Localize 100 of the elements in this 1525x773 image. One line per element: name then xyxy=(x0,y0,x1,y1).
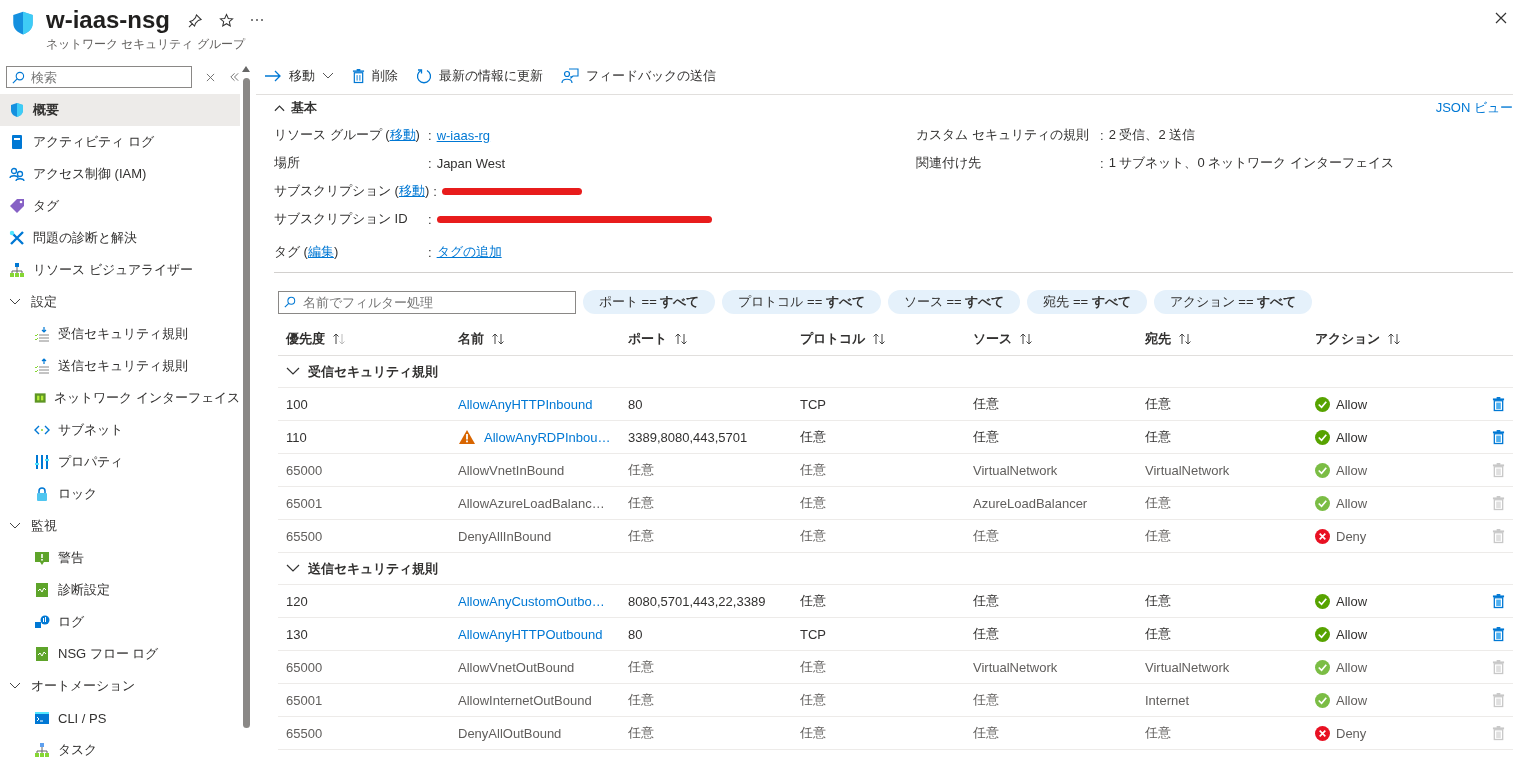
rule-link[interactable]: AllowAnyHTTPOutbound xyxy=(458,626,603,642)
table-cell: VirtualNetwork xyxy=(973,659,1058,675)
table-cell: 任意 xyxy=(800,527,826,545)
table-cell: AzureLoadBalancer xyxy=(973,495,1088,511)
delete-icon[interactable] xyxy=(1491,396,1505,412)
toolbar-button[interactable]: フィードバックの送信 xyxy=(559,62,718,90)
document-icon xyxy=(34,582,50,598)
column-header[interactable]: アクション xyxy=(1315,329,1483,348)
toolbar-button[interactable]: 最新の情報に更新 xyxy=(414,62,545,90)
table-cell: 任意 xyxy=(628,527,654,545)
filter-pill[interactable]: プロトコル == すべて xyxy=(722,290,881,314)
group-header[interactable]: 受信セキュリティ規則 xyxy=(278,356,1513,388)
more-icon[interactable] xyxy=(250,18,265,22)
delete-icon[interactable] xyxy=(1491,626,1505,642)
column-header[interactable]: プロトコル xyxy=(800,329,973,348)
field-value-link[interactable]: w-iaas-rg xyxy=(436,127,491,143)
chevron-icon xyxy=(9,298,21,306)
nav-item[interactable]: 問題の診断と解決 xyxy=(0,222,240,254)
nav-item[interactable]: タグ xyxy=(0,190,240,222)
nav-item[interactable]: プロパティ xyxy=(0,446,240,478)
delete-icon xyxy=(1491,692,1505,708)
pin-icon[interactable] xyxy=(188,12,204,28)
nav-item[interactable]: リソース ビジュアライザー xyxy=(0,254,240,286)
column-header[interactable]: ソース xyxy=(973,329,1145,348)
document-icon xyxy=(34,646,50,662)
filter-pill[interactable]: アクション == すべて xyxy=(1153,290,1313,314)
network-card-icon xyxy=(34,390,47,406)
field-link[interactable]: 編集 xyxy=(307,244,334,259)
page-subtitle: ネットワーク セキュリティ グループ xyxy=(46,36,247,53)
table-cell: 任意 xyxy=(628,658,654,676)
section-toggle[interactable]: 基本 xyxy=(274,99,317,117)
rule-link[interactable]: AllowAnyHTTPInbound xyxy=(458,396,593,412)
nav-item[interactable]: 概要 xyxy=(0,94,240,126)
people-icon xyxy=(9,166,25,182)
table-cell: 任意 xyxy=(973,625,999,643)
sort-icon[interactable] xyxy=(491,331,505,346)
nav-item[interactable]: サブネット xyxy=(0,414,240,446)
nav-item[interactable]: ログ xyxy=(0,606,240,638)
nav-group[interactable]: 監視 xyxy=(0,510,240,542)
collapse-icon[interactable] xyxy=(229,72,240,82)
nav-item[interactable]: ネットワーク インターフェイス xyxy=(0,382,240,414)
sort-icon[interactable] xyxy=(1019,331,1033,346)
sort-icon[interactable] xyxy=(1387,331,1401,346)
table-cell: 任意 xyxy=(973,428,999,446)
group-header[interactable]: 送信セキュリティ規則 xyxy=(278,553,1513,585)
nav-group[interactable]: オートメーション xyxy=(0,670,240,702)
star-icon[interactable] xyxy=(219,12,235,28)
filter-field[interactable]: 名前でフィルター処理 xyxy=(278,290,576,314)
toolbar-button[interactable]: 削除 xyxy=(350,62,400,90)
filter-pill[interactable]: ポート == すべて xyxy=(583,290,716,314)
nav-item[interactable]: 受信セキュリティ規則 xyxy=(0,318,240,350)
field-value-link[interactable]: タグの追加 xyxy=(436,243,502,261)
nav-group[interactable]: 設定 xyxy=(0,286,240,318)
sort-icon[interactable] xyxy=(674,331,688,346)
column-header[interactable]: 名前 xyxy=(458,329,628,348)
nav-item[interactable]: 送信セキュリティ規則 xyxy=(0,350,240,382)
scroll-up-icon[interactable] xyxy=(242,66,250,72)
table-cell: 任意 xyxy=(628,691,654,709)
nav-item[interactable]: NSG フロー ログ xyxy=(0,638,240,670)
alert-icon xyxy=(34,550,50,566)
toolbar-button[interactable]: 移動 xyxy=(262,62,336,90)
sort-icon[interactable] xyxy=(1178,331,1192,346)
table-cell: AllowAzureLoadBalanc… xyxy=(458,495,605,511)
field-label: 場所 xyxy=(274,154,301,172)
separator: : xyxy=(428,127,432,143)
sort-icon[interactable] xyxy=(872,331,886,346)
field-link[interactable]: 移動 xyxy=(398,183,425,198)
filter-pill[interactable]: 宛先 == すべて xyxy=(1027,290,1147,314)
chevron-icon xyxy=(9,682,21,690)
rule-link[interactable]: AllowAnyCustomOutbo… xyxy=(458,593,605,609)
trash-icon xyxy=(352,68,365,84)
delete-icon[interactable] xyxy=(1491,593,1505,609)
table-cell: 任意 xyxy=(1145,428,1171,446)
table-cell: 任意 xyxy=(800,724,826,742)
json-view-link[interactable]: JSON ビュー xyxy=(1435,99,1513,117)
nav-item[interactable]: 診断設定 xyxy=(0,574,240,606)
nav-item[interactable]: タスク xyxy=(0,734,240,766)
column-header[interactable]: ポート xyxy=(628,329,800,348)
tag-icon xyxy=(9,198,25,214)
separator: : xyxy=(428,211,432,227)
column-header[interactable]: 優先度 xyxy=(286,329,458,348)
list-icon xyxy=(34,358,50,374)
lock-icon xyxy=(34,486,50,502)
close-icon[interactable] xyxy=(1495,12,1507,24)
nav-item[interactable]: 警告 xyxy=(0,542,240,574)
search-field[interactable]: 検索 xyxy=(6,66,192,88)
shield-icon xyxy=(9,102,25,118)
nav-item[interactable]: アクセス制御 (IAM) xyxy=(0,158,240,190)
rule-link[interactable]: AllowAnyRDPInbou… xyxy=(484,429,611,445)
nav-item[interactable]: ロック xyxy=(0,478,240,510)
table-cell: Allow xyxy=(1336,462,1368,478)
column-header[interactable]: 宛先 xyxy=(1145,329,1315,348)
nav-item[interactable]: アクティビティ ログ xyxy=(0,126,240,158)
filter-pill[interactable]: ソース == すべて xyxy=(887,290,1021,314)
clear-icon[interactable] xyxy=(206,72,215,82)
field-link[interactable]: 移動 xyxy=(389,127,416,142)
table-cell: 任意 xyxy=(800,461,826,479)
table-cell: 65000 xyxy=(286,659,323,675)
nav-item[interactable]: CLI / PS xyxy=(0,702,240,734)
delete-icon[interactable] xyxy=(1491,429,1505,445)
